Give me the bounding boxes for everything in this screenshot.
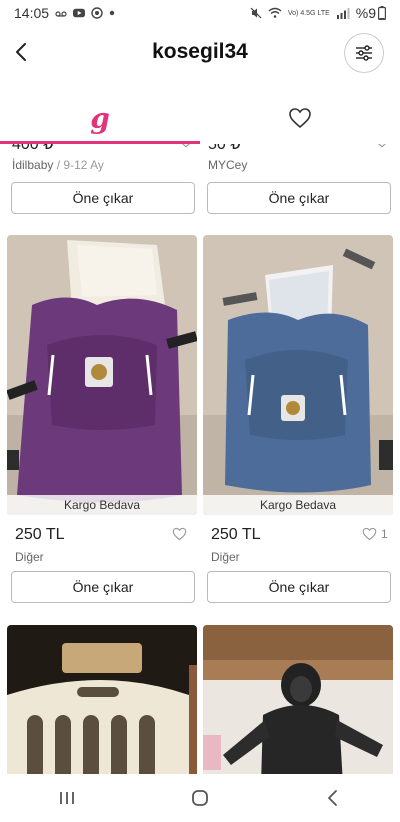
listing-meta: İdilbaby / 9-12 Ay [12,158,198,172]
shipping-badge: Kargo Bedava [203,495,393,515]
listing-feed[interactable]: 400 ₺ İdilbaby / 9-12 Ay 50 ₺ MYCey Öne … [0,144,400,774]
home-button[interactable] [180,778,220,818]
boost-button[interactable]: Öne çıkar [207,182,391,214]
page-title: kosegil34 [152,40,248,63]
heart-icon[interactable] [178,144,194,148]
status-right: Vo) 4.5G LTE %9 [250,5,386,21]
tab-favorites[interactable] [200,92,400,144]
listing-photo[interactable]: Kargo Bedava [7,235,197,515]
status-left: 14:05 [14,5,115,21]
baby-carrier-photo [203,235,393,515]
listing-brand: Diğer [211,550,240,564]
mute-icon [250,7,262,19]
sliders-icon [356,45,372,61]
listing-photo[interactable]: Kargo Bedava [203,235,393,515]
meta-separator: / [56,158,61,172]
app-notification-icon [91,7,103,19]
heart-icon [362,527,377,541]
status-bar: 14:05 Vo) 4.5G LTE %9 [0,0,400,26]
status-time: 14:05 [14,5,50,21]
listing-brand: MYCey [208,158,248,172]
tab-listings[interactable]: g [0,92,200,144]
chevron-left-icon [328,790,338,806]
listing-brand: Diğer [15,550,44,564]
like-button[interactable]: 1 [362,527,388,541]
notification-dot-icon [109,10,115,16]
listing-brand: İdilbaby [12,158,54,172]
battery-icon [378,6,386,20]
heart-icon[interactable] [374,144,390,148]
recent-apps-button[interactable] [47,778,87,818]
boost-button[interactable]: Öne çıkar [207,571,391,603]
voicemail-icon [55,11,67,17]
system-nav-bar [0,774,400,822]
shipping-badge: Kargo Bedava [7,495,197,515]
baby-carrier-photo [7,235,197,515]
boost-button[interactable]: Öne çıkar [11,571,195,603]
active-tab-indicator [0,141,200,144]
baby-snowsuit-photo [203,625,393,774]
listing-size: 9-12 Ay [63,158,104,172]
app-header: kosegil34 [0,26,400,82]
wifi-icon [268,7,282,18]
listing-price: 50 ₺ [208,144,241,153]
battery-level: %9 [355,5,376,21]
listing-card[interactable]: 400 ₺ İdilbaby / 9-12 Ay [12,144,198,172]
network-type: Vo) 4.5G LTE [287,9,330,17]
like-count: 1 [381,527,388,541]
listing-price: 400 ₺ [12,144,54,153]
recent-apps-icon [59,792,74,804]
like-button[interactable] [172,527,187,541]
youtube-icon [73,8,86,18]
listings-logo-icon: g [90,101,110,135]
system-back-button[interactable] [313,778,353,818]
home-icon [192,790,208,806]
heart-icon [289,108,311,129]
heart-icon [172,527,187,541]
listing-photo[interactable] [7,625,197,774]
profile-tabs: g [0,92,400,144]
listing-photo[interactable] [203,625,393,774]
signal-icon [336,8,350,19]
listing-card[interactable]: 50 ₺ MYCey [208,144,394,172]
listing-meta: MYCey [208,158,394,172]
filter-button[interactable] [344,33,384,73]
battery-indicator: %9 [356,5,386,21]
baby-crib-photo [7,625,197,774]
boost-button[interactable]: Öne çıkar [11,182,195,214]
